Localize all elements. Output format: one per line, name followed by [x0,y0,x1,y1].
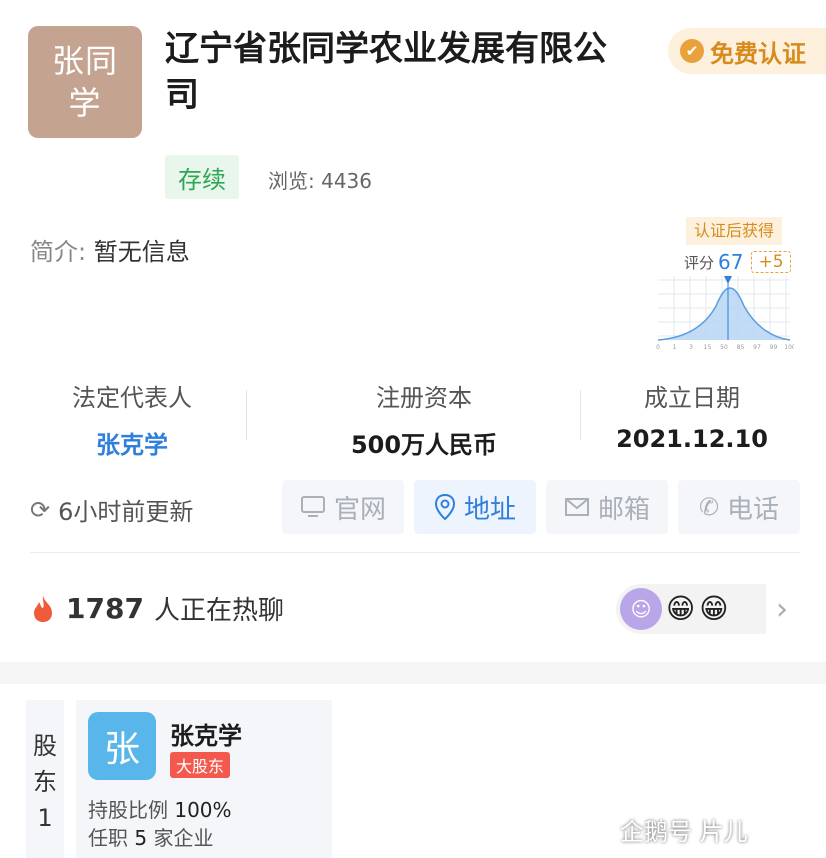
update-status[interactable]: ⟳ 6小时前更新 [30,492,193,527]
divider [30,552,800,553]
section-gap [0,662,826,684]
legal-representative-link[interactable]: 张克学 [42,425,222,460]
company-name: 辽宁省张同学农业发展有限公司 [165,29,607,115]
shareholder-name[interactable]: 张克学 [170,716,242,751]
chat-avatars[interactable]: ☺ 😁 😁 [616,584,766,634]
major-shareholder-tag: 大股东 [170,752,231,778]
score-axis-tick: 1 [673,344,677,351]
divider [580,390,581,440]
phone-icon: ✆ [698,493,720,521]
fire-icon [34,595,52,622]
score-axis-tick: 97 [753,344,761,351]
email-button[interactable]: 邮箱 [546,480,668,534]
shareholder-index: 股 东 1 [26,700,64,858]
verified-badge-icon: ✔ [680,39,704,63]
divider [246,390,247,440]
location-pin-icon [434,493,455,521]
monitor-icon [300,496,325,517]
chevron-right-icon[interactable]: › [776,592,788,627]
score-distribution-chart: 0 1 3 15 50 85 97 99 100 [656,276,794,351]
score-axis-tick: 99 [770,344,778,351]
website-button[interactable]: 官网 [282,480,404,534]
user-avatar: ☺ [620,588,662,630]
company-logo: 张同学 [28,26,142,138]
score-axis-tick: 50 [720,344,728,351]
score-axis-tick: 0 [656,344,660,351]
shareholding-ratio: 持股比例 100% [88,798,232,822]
mail-icon [564,498,589,516]
score-axis-tick: 100 [784,344,794,351]
view-count: 浏览: 4436 [268,169,373,193]
score-badge[interactable]: 认证后获得 [686,217,783,245]
hot-chat-row[interactable]: 1787 人正在热聊 [30,590,284,627]
positions-held: 任职 5 家企业 [88,826,214,850]
status-badge: 存续 [165,155,239,199]
shareholder-avatar: 张 [88,712,156,780]
establish-date: 成立日期 2021.12.10 [616,384,768,453]
grin-emoji-icon: 😁 [699,592,729,625]
watermark: 企鹅号 片儿 [620,818,748,846]
address-button[interactable]: 地址 [414,480,536,534]
company-intro: 简介: 暂无信息 [30,238,190,266]
legal-representative: 法定代表人 张克学 [42,378,222,460]
refresh-icon: ⟳ [30,495,51,524]
score-axis-tick: 85 [737,344,745,351]
free-certification-button[interactable]: ✔ 免费认证 [668,28,826,74]
phone-button[interactable]: ✆ 电话 [678,480,800,534]
score-axis-tick: 3 [689,344,693,351]
registered-capital: 注册资本 500万人民币 [350,384,498,459]
grin-emoji-icon: 😁 [666,592,696,625]
score-axis-tick: 15 [704,344,712,351]
